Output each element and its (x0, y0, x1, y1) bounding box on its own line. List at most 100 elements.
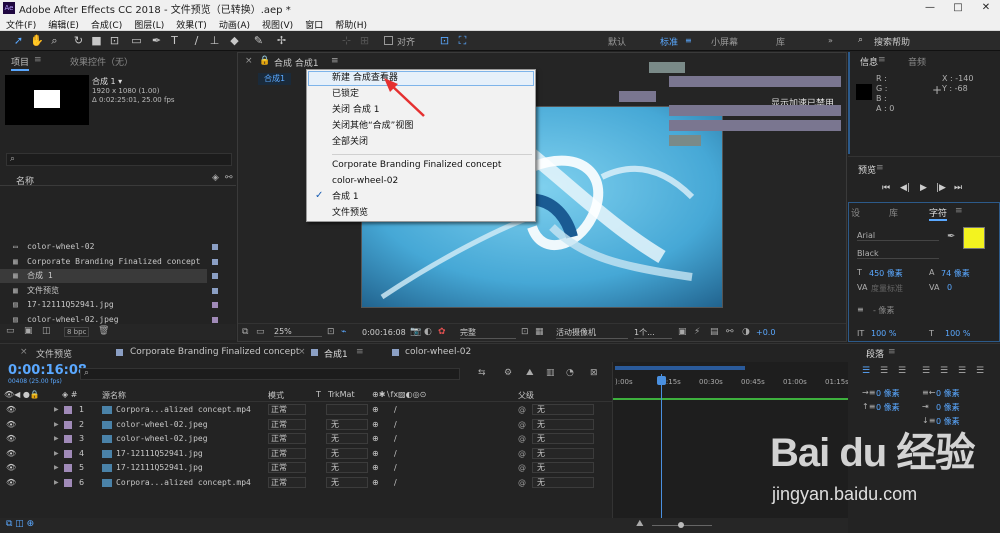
transparency-grid-icon[interactable]: ▦ (535, 327, 544, 337)
mode-header[interactable]: 模式 (268, 390, 284, 401)
layer-mode-select[interactable]: 正常 (268, 477, 306, 488)
menu-item-close-comp[interactable]: 关闭 合成 1 (332, 103, 379, 118)
menu-item-color-wheel[interactable]: color-wheel-02 (332, 174, 398, 189)
draft-3d-icon[interactable]: ⚙ (504, 368, 512, 378)
zoom-out-icon[interactable]: ⛰ (636, 519, 644, 529)
menu-item-close-other-views[interactable]: 关闭其他“合成”视图 (332, 119, 413, 134)
layer-duration-bar[interactable] (669, 76, 841, 88)
justify-last-center-icon[interactable]: ☰ (940, 366, 948, 376)
layer-mode-select[interactable]: 正常 (268, 433, 306, 445)
layer-label-swatch[interactable] (64, 479, 72, 487)
layer-name[interactable]: color-wheel-02.jpeg (116, 418, 208, 432)
info-menu-icon[interactable]: ≡ (878, 55, 886, 65)
layer-row[interactable]: 👁 ▶ 5 17-12111Q52941.jpg 正常 无 ⊕ ∕ @ 无 (0, 461, 612, 475)
parent-pickwhip-icon[interactable]: @ (518, 461, 526, 475)
quality-switch-icon[interactable]: ∕ (394, 403, 397, 417)
viewer-close-icon[interactable]: × (245, 56, 253, 66)
region-of-interest-icon[interactable]: ⊡ (521, 327, 529, 337)
quality-switch-icon[interactable]: ∕ (394, 418, 397, 432)
layer-visibility-icon[interactable]: 👁 (6, 403, 16, 417)
tab-project[interactable]: 项目 (11, 55, 30, 71)
monitor-icon[interactable]: ▭ (256, 327, 265, 337)
viewer-subtab[interactable]: 合成1 (258, 73, 292, 85)
snapshot-icon[interactable]: 📷 (410, 327, 421, 337)
camera-tool-icon[interactable]: ■ (90, 34, 103, 47)
shy-icon[interactable]: ⛰ (526, 368, 534, 378)
align-center-icon[interactable]: ☰ (880, 366, 888, 376)
kerning-value[interactable]: 度量标准 (871, 283, 903, 294)
layer-duration-bar[interactable] (669, 119, 841, 131)
menu-item-locked[interactable]: 已锁定 (332, 87, 359, 102)
font-size-value[interactable]: 450 像素 (869, 268, 903, 279)
tab-comp-1[interactable]: 合成1 (324, 347, 348, 360)
next-frame-icon[interactable]: |▶ (936, 183, 946, 193)
parent-pickwhip-icon[interactable]: @ (518, 447, 526, 461)
workspace-menu-icon[interactable]: ≡ (685, 36, 692, 45)
layer-name[interactable]: Corpora...alized concept.mp4 (116, 403, 251, 417)
justify-last-right-icon[interactable]: ☰ (958, 366, 966, 376)
tab-file-preview[interactable]: 文件预览 (36, 347, 72, 360)
layer-visibility-icon[interactable]: 👁 (6, 447, 16, 461)
hand-tool-icon[interactable]: ✋ (30, 34, 44, 47)
layer-parent-select[interactable]: 无 (532, 433, 594, 445)
fast-preview-icon[interactable]: ⚡ (694, 327, 700, 337)
timeline-search-input[interactable]: ⌕ (80, 368, 460, 380)
layer-row[interactable]: 👁 ▶ 2 color-wheel-02.jpeg 正常 无 ⊕ ∕ @ 无 (0, 418, 612, 432)
menu-item-comp-1[interactable]: 合成 1 (332, 190, 359, 205)
layer-expand-icon[interactable]: ▶ (54, 403, 59, 417)
views-select[interactable]: 1个... (634, 327, 672, 339)
tab-info[interactable]: 信息 (860, 55, 878, 68)
workspace-standard[interactable]: 标准 (660, 35, 678, 48)
shy-switch-icon[interactable]: ⊕ (372, 403, 379, 417)
layer-visibility-icon[interactable]: 👁 (6, 476, 16, 490)
layer-trkmat-select[interactable]: 无 (326, 477, 368, 488)
zoom-select[interactable]: 25% (274, 327, 322, 337)
leading-value[interactable]: 74 像素 (941, 268, 970, 279)
tab-character[interactable]: 字符 (929, 206, 948, 221)
trkmat-header[interactable]: TrkMat (328, 390, 355, 399)
axis-world-icon[interactable]: ⊞ (358, 34, 371, 47)
font-family-select[interactable]: Arial (857, 231, 939, 241)
vertical-scale-value[interactable]: 100 % (871, 329, 896, 338)
layer-duration-bar[interactable] (649, 61, 685, 73)
layer-label-swatch[interactable] (64, 435, 72, 444)
camera-select[interactable]: 活动摄像机 (556, 327, 628, 339)
snap-checkbox[interactable] (384, 36, 393, 45)
layer-parent-select[interactable]: 无 (532, 404, 594, 415)
layer-mode-select[interactable]: 正常 (268, 447, 306, 459)
tab-effects-presets[interactable]: 设 (851, 206, 860, 219)
show-snapshot-icon[interactable]: ◐ (424, 327, 432, 337)
new-comp-icon[interactable]: ◫ (42, 326, 51, 336)
zoom-slider-handle[interactable] (678, 522, 684, 528)
layer-label-swatch[interactable] (64, 449, 72, 458)
col-name-header[interactable]: 名称 (16, 174, 34, 187)
viewer-timecode[interactable]: 0:00:16:08 (362, 328, 406, 337)
playhead-handle[interactable] (657, 376, 666, 385)
layer-row[interactable]: 👁 ▶ 3 color-wheel-02.jpeg 正常 无 ⊕ ∕ @ 无 (0, 432, 612, 446)
layer-expand-icon[interactable]: ▶ (54, 447, 59, 461)
stroke-width-value[interactable]: - 像素 (873, 305, 894, 316)
menu-item-file-preview[interactable]: 文件预览 (332, 206, 368, 221)
minimize-button[interactable]: — (916, 0, 944, 16)
menu-animation[interactable]: 动画(A) (213, 16, 256, 31)
label-color-swatch[interactable] (212, 258, 218, 265)
layer-trkmat-select[interactable]: 无 (326, 447, 368, 459)
justify-all-icon[interactable]: ☰ (976, 366, 984, 376)
tab-effect-controls[interactable]: 效果控件（无） (70, 55, 133, 68)
toggle-switches-icon[interactable]: ⧉ ◫ ⊕ (6, 519, 34, 529)
prev-frame-icon[interactable]: ◀| (900, 183, 910, 193)
last-frame-icon[interactable]: ⏭ (954, 183, 962, 193)
parent-pickwhip-icon[interactable]: @ (518, 403, 526, 417)
parent-header[interactable]: 父级 (518, 390, 534, 401)
horizontal-scale-value[interactable]: 100 % (945, 329, 970, 338)
active-tab-close-icon[interactable]: × (298, 347, 306, 357)
workspace-library[interactable]: 库 (776, 35, 785, 48)
puppet-tool-icon[interactable]: ✢ (275, 34, 288, 47)
quality-switch-icon[interactable]: ∕ (394, 461, 397, 475)
pixel-aspect-icon[interactable]: ▣ (678, 327, 687, 337)
viewer-menu-icon[interactable]: ≡ (331, 56, 339, 66)
label-color-swatch[interactable] (212, 287, 218, 294)
layer-name[interactable]: Corpora...alized concept.mp4 (116, 476, 251, 490)
snap-edges-icon[interactable]: ⛶ (456, 34, 469, 47)
shy-switch-icon[interactable]: ⊕ (372, 432, 379, 446)
